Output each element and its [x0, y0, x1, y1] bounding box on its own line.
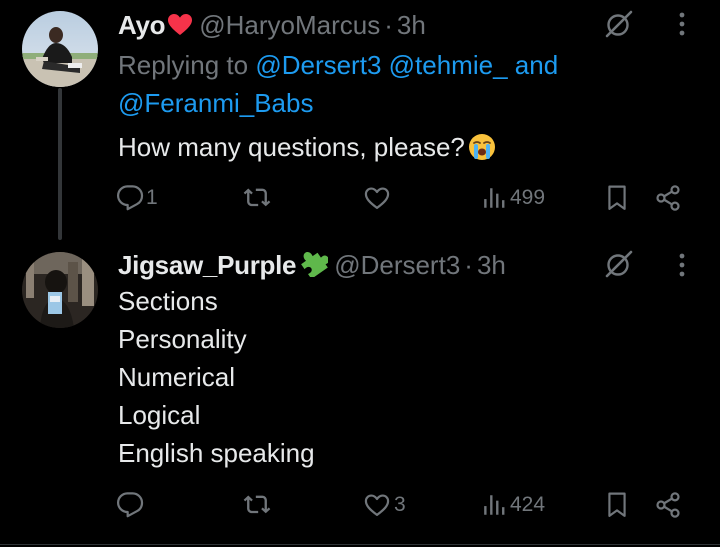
handle[interactable]: @HaryoMarcus: [199, 10, 380, 40]
share-icon: [654, 491, 682, 519]
tweet-text-line: Logical: [118, 400, 201, 430]
tweet-text-line: Sections: [118, 286, 218, 316]
puzzle-piece-emoji-icon: [298, 247, 330, 285]
more-options-icon[interactable]: [664, 247, 700, 283]
tweet-header: Ayo @HaryoMarcus · 3h: [118, 8, 600, 42]
display-name[interactable]: Ayo: [118, 10, 166, 40]
reply-button[interactable]: 1: [116, 178, 158, 218]
mention-link[interactable]: @Dersert3: [255, 50, 381, 80]
retweet-icon: [242, 491, 272, 519]
timestamp[interactable]: 3h: [477, 250, 506, 280]
bookmark-button[interactable]: [604, 485, 630, 525]
bookmark-button[interactable]: [604, 178, 630, 218]
tweet-actions-bar: 3 424: [104, 485, 704, 525]
reply-button[interactable]: [116, 485, 146, 525]
tweet-text-line: Personality: [118, 324, 247, 354]
retweet-icon: [242, 184, 272, 212]
tweet-text-line: How many questions, please?: [118, 128, 658, 172]
tweet-divider: [0, 544, 720, 545]
replying-to-label: Replying to: [118, 50, 249, 80]
red-heart-emoji-icon: [167, 11, 193, 45]
share-button[interactable]: [654, 178, 682, 218]
tweet-header: Jigsaw_Purple @Dersert3 · 3h: [118, 247, 600, 281]
like-icon: [362, 491, 392, 519]
views-icon: [482, 491, 508, 519]
replying-to-context: Replying to @Dersert3 @tehmie_ and @Fera…: [118, 46, 638, 122]
views-button[interactable]: 499: [482, 178, 545, 218]
display-name[interactable]: Jigsaw_Purple: [118, 250, 296, 280]
reply-icon: [116, 491, 144, 519]
like-button[interactable]: [362, 178, 394, 218]
reply-count: 1: [146, 186, 158, 209]
tweet-haryomarcus[interactable]: Ayo @HaryoMarcus · 3h Replying to @Dersert3…: [0, 0, 720, 243]
separator-dot: ·: [464, 250, 473, 280]
timestamp[interactable]: 3h: [397, 10, 426, 40]
mention-link[interactable]: @Feranmi_Babs: [118, 88, 313, 118]
mention-link[interactable]: @tehmie_: [389, 50, 508, 80]
like-icon: [362, 184, 392, 212]
bookmark-icon: [604, 490, 630, 520]
like-count: 3: [394, 493, 406, 516]
grok-icon[interactable]: [601, 246, 637, 282]
tweet-text-line: English speaking: [118, 438, 315, 468]
retweet-button[interactable]: [242, 178, 274, 218]
mention-and-others[interactable]: and: [515, 50, 558, 80]
loudly-crying-face-emoji-icon: [467, 132, 497, 172]
more-options-icon[interactable]: [664, 6, 700, 42]
tweet-actions-bar: 1 499: [104, 178, 704, 218]
reply-icon: [116, 184, 144, 212]
avatar-dersert3[interactable]: [22, 252, 98, 328]
retweet-button[interactable]: [242, 485, 274, 525]
views-count: 499: [510, 186, 546, 209]
tweet-text-content: How many questions, please?: [118, 132, 465, 162]
share-icon: [654, 184, 682, 212]
tweet-text-line: Numerical: [118, 362, 236, 392]
tweet-dersert3[interactable]: Jigsaw_Purple @Dersert3 · 3h Sections Perso…: [0, 243, 720, 543]
views-icon: [482, 184, 508, 212]
views-button[interactable]: 424: [482, 485, 545, 525]
handle[interactable]: @Dersert3: [334, 250, 460, 280]
thread-connector-line: [58, 88, 62, 240]
grok-icon[interactable]: [601, 6, 637, 42]
like-button[interactable]: 3: [362, 485, 406, 525]
share-button[interactable]: [654, 485, 682, 525]
tweet-text: Sections Personality Numerical Logical E…: [118, 282, 658, 472]
avatar-haryomarcus[interactable]: [22, 11, 98, 87]
separator-dot: ·: [384, 10, 393, 40]
views-count: 424: [510, 493, 546, 516]
tweet-text: How many questions, please?: [118, 128, 658, 172]
bookmark-icon: [604, 183, 630, 213]
